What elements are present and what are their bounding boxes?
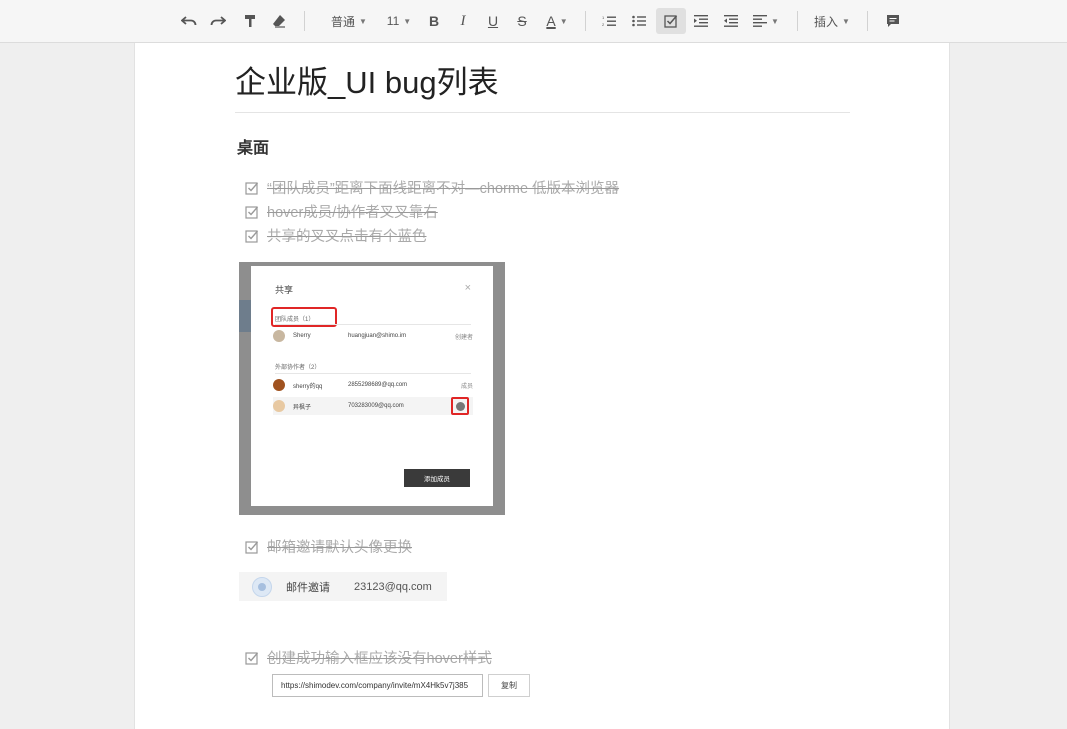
dialog-title: 共享 <box>275 285 294 295</box>
member-role: 成员 <box>460 383 473 390</box>
default-avatar-icon <box>252 576 272 597</box>
member-role: 创建者 <box>454 334 473 341</box>
avatar <box>273 400 285 412</box>
ordered-list-icon[interactable]: 12 <box>598 8 620 34</box>
chevron-down-icon: ▼ <box>559 16 568 26</box>
background-strip <box>239 300 251 332</box>
share-dialog-screenshot: 共享 × 团队成员（1） Sherry huangjuan@shimo.im 创… <box>239 262 505 515</box>
editor-toolbar: 普通 ▼ 11 ▼ B I U S A ▼ 12 ▼ 插入 ▼ <box>0 0 1067 43</box>
todo-text: “团队成员”距离下面线距离不对—chorme 低版本浏览器 <box>267 181 620 197</box>
chevron-down-icon: ▼ <box>771 16 779 26</box>
share-dialog: 共享 × 团队成员（1） Sherry huangjuan@shimo.im 创… <box>251 266 493 506</box>
checked-box-icon[interactable] <box>245 229 259 243</box>
checked-box-icon[interactable] <box>245 181 259 195</box>
document-page: 企业版_UI bug列表 桌面 “团队成员”距离下面线距离不对—chorme 低… <box>134 43 950 729</box>
member-name: sherry的qq <box>293 383 323 390</box>
bulleted-list-icon[interactable] <box>628 8 650 34</box>
member-email: 703283009@qq.com <box>348 403 404 409</box>
checked-box-icon[interactable] <box>245 205 259 219</box>
todo-item[interactable]: 邮箱邀请默认头像更换 <box>245 536 412 557</box>
copy-button: 复制 <box>488 674 530 697</box>
strikethrough-button[interactable]: S <box>512 8 532 34</box>
italic-button[interactable]: I <box>453 8 473 34</box>
style-select[interactable]: 普通 ▼ <box>325 8 373 34</box>
toolbar-divider <box>304 11 305 31</box>
avatar <box>273 330 285 342</box>
member-row: 异枫子 703283009@qq.com <box>273 397 473 415</box>
document-title[interactable]: 企业版_UI bug列表 <box>235 57 499 102</box>
todo-text: hover成员/协作者叉叉靠右 <box>267 205 438 221</box>
add-member-button: 添加成员 <box>404 469 470 487</box>
email-invite-label: 邮件邀请 <box>286 581 330 594</box>
email-invite-screenshot: 邮件邀请 23123@qq.com <box>239 572 447 601</box>
member-email: huangjuan@shimo.im <box>348 333 407 339</box>
insert-menu-label: 插入 <box>814 14 839 29</box>
todo-text: 创建成功输入框应该没有hover样式 <box>267 651 492 667</box>
external-collaborators-heading: 外部协作者（2） <box>275 365 321 371</box>
todo-item[interactable]: 共享的叉叉点击有个蓝色 <box>245 225 427 246</box>
close-icon: × <box>464 282 471 294</box>
indent-icon[interactable] <box>690 8 712 34</box>
svg-text:1: 1 <box>602 15 605 20</box>
redo-icon[interactable] <box>207 8 229 34</box>
member-row: sherry的qq 2855298689@qq.com 成员 <box>273 376 473 394</box>
gear-icon <box>451 397 469 415</box>
todo-text: 邮箱邀请默认头像更换 <box>267 540 412 556</box>
dialog-divider <box>275 324 471 325</box>
underline-button[interactable]: U <box>483 8 503 34</box>
eraser-icon[interactable] <box>268 8 290 34</box>
svg-text:2: 2 <box>602 22 605 27</box>
font-color-button[interactable]: A ▼ <box>542 8 572 34</box>
outdent-icon[interactable] <box>720 8 742 34</box>
checklist-icon[interactable] <box>656 8 686 34</box>
style-select-value: 普通 <box>331 14 356 29</box>
title-divider <box>235 112 850 113</box>
avatar <box>273 379 285 391</box>
checked-box-icon[interactable] <box>245 651 259 665</box>
email-invite-address: 23123@qq.com <box>354 580 432 593</box>
member-name: Sherry <box>293 333 311 339</box>
font-size-value: 11 <box>386 14 400 28</box>
section-heading[interactable]: 桌面 <box>237 134 269 158</box>
undo-icon[interactable] <box>178 8 200 34</box>
font-color-icon: A <box>546 13 556 29</box>
checked-box-icon[interactable] <box>245 540 259 554</box>
chevron-down-icon: ▼ <box>842 16 850 26</box>
todo-text: 共享的叉叉点击有个蓝色 <box>267 229 427 245</box>
todo-item[interactable]: 创建成功输入框应该没有hover样式 <box>245 647 492 668</box>
align-select[interactable]: ▼ <box>750 8 782 34</box>
todo-item[interactable]: “团队成员”距离下面线距离不对—chorme 低版本浏览器 <box>245 177 619 198</box>
comment-icon[interactable] <box>882 8 904 34</box>
chevron-down-icon: ▼ <box>359 16 367 26</box>
member-email: 2855298689@qq.com <box>348 382 408 388</box>
chevron-down-icon: ▼ <box>403 16 412 26</box>
toolbar-divider <box>585 11 586 31</box>
todo-item[interactable]: hover成员/协作者叉叉靠右 <box>245 201 438 222</box>
member-name: 异枫子 <box>293 404 312 411</box>
invite-link-input: https://shimodev.com/company/invite/mX4H… <box>272 674 483 697</box>
align-left-icon <box>753 15 768 27</box>
insert-menu[interactable]: 插入 ▼ <box>810 8 854 34</box>
dialog-divider <box>275 373 471 374</box>
toolbar-divider <box>797 11 798 31</box>
bold-button[interactable]: B <box>424 8 444 34</box>
format-painter-icon[interactable] <box>240 8 260 34</box>
toolbar-divider <box>867 11 868 31</box>
member-row: Sherry huangjuan@shimo.im 创建者 <box>273 327 473 345</box>
font-size-select[interactable]: 11 ▼ <box>384 8 414 34</box>
